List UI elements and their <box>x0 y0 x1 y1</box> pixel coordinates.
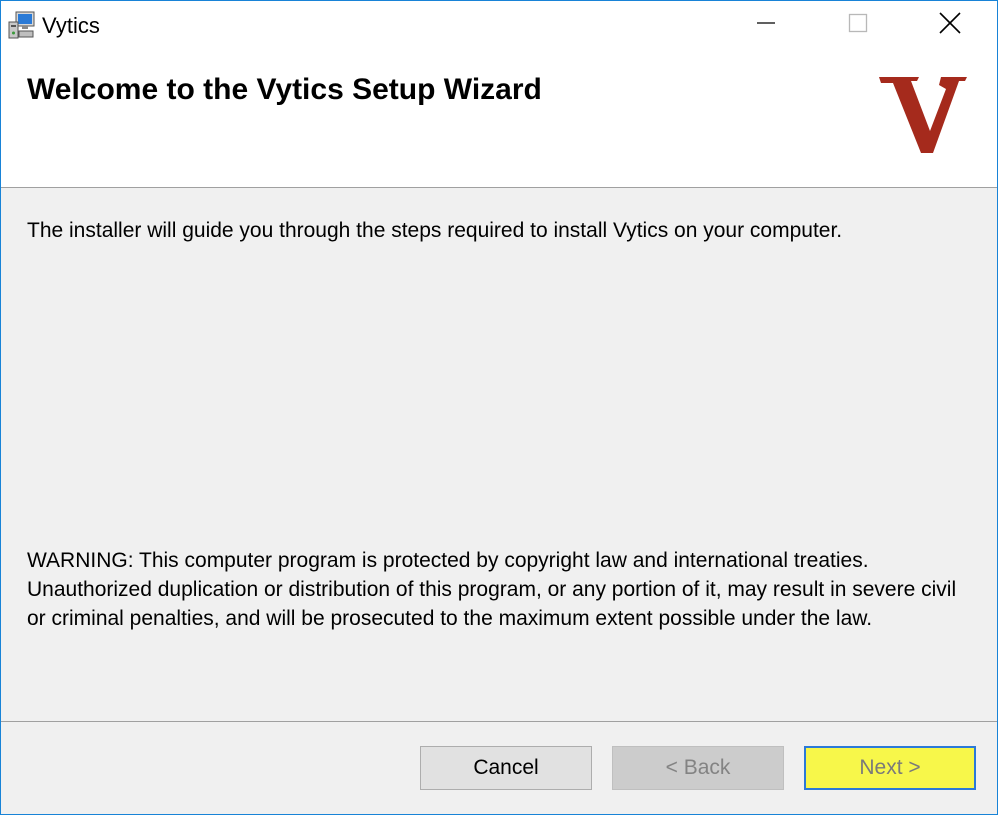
copyright-warning: WARNING: This computer program is protec… <box>27 549 957 630</box>
maximize-icon <box>848 13 868 38</box>
next-button[interactable]: Next > <box>804 746 976 790</box>
close-button[interactable] <box>904 1 996 49</box>
cancel-button[interactable]: Cancel <box>420 746 592 790</box>
minimize-button[interactable] <box>720 1 812 49</box>
footer-divider <box>1 721 997 722</box>
page-title: Welcome to the Vytics Setup Wizard <box>27 73 542 106</box>
vytics-logo <box>877 75 969 155</box>
wizard-header: Welcome to the Vytics Setup Wizard <box>1 49 997 188</box>
close-icon <box>939 11 961 39</box>
minimize-icon <box>756 13 776 38</box>
setup-wizard-window: Vytics Welcome to the Vytics Setup Wizar… <box>0 0 998 815</box>
intro-text: The installer will guide you through the… <box>27 219 843 242</box>
back-button[interactable]: < Back <box>612 746 784 790</box>
installer-computer-icon <box>7 10 37 40</box>
title-bar[interactable]: Vytics <box>1 1 997 49</box>
window-title: Vytics <box>42 13 100 38</box>
maximize-button[interactable] <box>812 1 904 49</box>
